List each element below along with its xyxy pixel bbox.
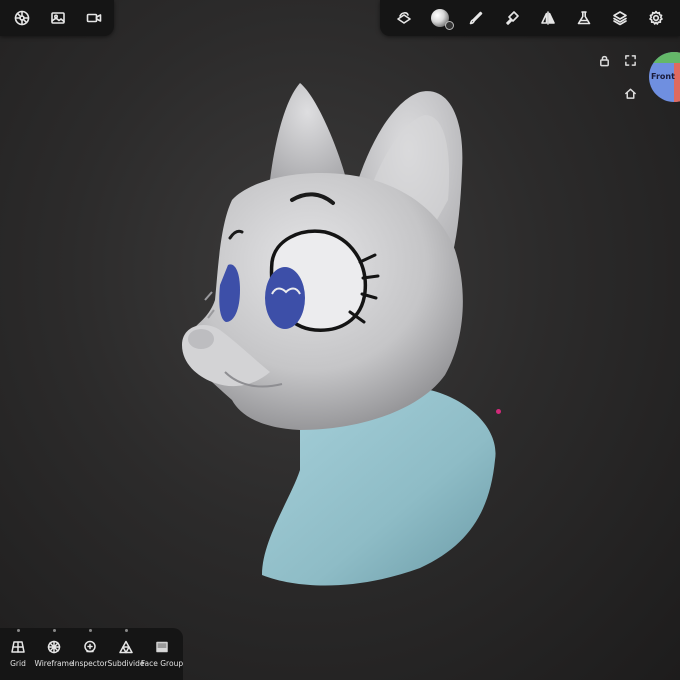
model-viewport[interactable] [0, 0, 680, 680]
top-left-toolbar [0, 0, 114, 36]
gizmo-top-face [649, 52, 680, 63]
camera-icon[interactable] [76, 0, 112, 36]
matcap-icon[interactable] [422, 0, 458, 36]
settings-icon[interactable] [638, 0, 674, 36]
wireframe-icon [47, 640, 61, 654]
lock-icon[interactable] [594, 50, 614, 70]
grid-icon [11, 641, 25, 653]
layers-icon[interactable] [602, 0, 638, 36]
pivot-point[interactable] [496, 409, 501, 414]
face-group-label: Face Group [140, 659, 184, 668]
image-icon[interactable] [40, 0, 76, 36]
subdivide-icon [119, 640, 133, 654]
subdivide-button[interactable]: Subdivide [107, 628, 145, 680]
bottom-toolbar: Grid Wireframe Inspector Subdivide Face … [0, 628, 183, 680]
subdivide-label: Subdivide [107, 659, 145, 668]
grid-label: Grid [10, 659, 26, 668]
view-orientation-gizmo[interactable]: Front [649, 52, 680, 102]
inspector-button[interactable]: Inspector [72, 628, 108, 680]
paint-icon[interactable] [494, 0, 530, 36]
inspector-icon [84, 640, 96, 653]
scene-icon[interactable] [4, 0, 40, 36]
model-ear-left [270, 83, 345, 180]
fullscreen-icon[interactable] [620, 50, 640, 70]
face-group-button[interactable]: Face Group [140, 628, 184, 680]
top-right-toolbar [380, 0, 680, 36]
inspector-label: Inspector [72, 659, 108, 668]
wireframe-button[interactable]: Wireframe [34, 628, 74, 680]
wireframe-label: Wireframe [34, 659, 74, 668]
gizmo-label: Front [651, 72, 675, 81]
face-group-icon [156, 641, 168, 653]
brush-icon[interactable] [458, 0, 494, 36]
home-icon[interactable] [620, 83, 640, 103]
flask-icon[interactable] [566, 0, 602, 36]
symmetry-icon[interactable] [530, 0, 566, 36]
layers-stack-icon[interactable] [386, 0, 422, 36]
grid-button[interactable]: Grid [0, 628, 36, 680]
matcap-settings-icon [445, 21, 454, 30]
